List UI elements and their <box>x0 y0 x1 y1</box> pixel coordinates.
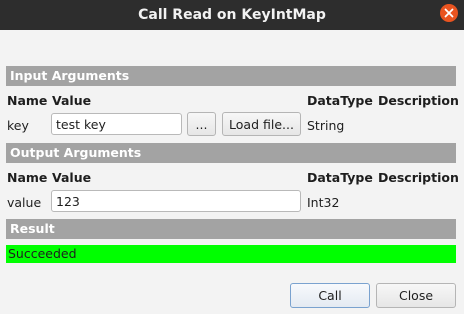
dialog-content: Input Arguments Name Value DataType Desc… <box>0 30 464 314</box>
dialog-titlebar: Call Read on KeyIntMap <box>0 0 464 30</box>
input-col-description: Description <box>378 93 459 108</box>
close-icon <box>444 8 454 18</box>
result-status-bar: Succeeded <box>6 245 456 263</box>
input-arguments-header-label: Input Arguments <box>10 68 130 83</box>
output-arg-name: value <box>7 195 42 210</box>
input-arg-value-field[interactable] <box>51 113 182 135</box>
input-col-value: Value <box>52 93 92 108</box>
call-button[interactable]: Call <box>290 283 370 308</box>
load-file-button-label: Load file... <box>229 116 294 132</box>
close-button-label: Close <box>398 288 434 303</box>
result-header: Result <box>6 219 456 239</box>
output-col-value: Value <box>52 170 92 185</box>
close-button[interactable]: Close <box>376 283 456 308</box>
output-col-name: Name <box>7 170 48 185</box>
output-arguments-header: Output Arguments <box>6 143 456 163</box>
result-status-text: Succeeded <box>8 246 77 261</box>
call-button-label: Call <box>318 288 342 303</box>
output-col-datatype: DataType <box>307 170 373 185</box>
input-arg-name: key <box>7 118 29 133</box>
input-col-name: Name <box>7 93 48 108</box>
browse-button[interactable]: ... <box>187 112 216 136</box>
load-file-button[interactable]: Load file... <box>222 112 301 136</box>
window-close-button[interactable] <box>440 4 458 22</box>
output-arguments-header-label: Output Arguments <box>10 145 142 160</box>
input-col-datatype: DataType <box>307 93 373 108</box>
output-col-description: Description <box>378 170 459 185</box>
output-arg-value-field[interactable] <box>51 190 301 212</box>
result-header-label: Result <box>10 221 55 236</box>
input-arguments-header: Input Arguments <box>6 66 456 86</box>
browse-button-label: ... <box>195 116 208 132</box>
input-arg-datatype: String <box>307 118 345 133</box>
output-arg-datatype: Int32 <box>307 195 340 210</box>
dialog-title: Call Read on KeyIntMap <box>138 7 326 23</box>
